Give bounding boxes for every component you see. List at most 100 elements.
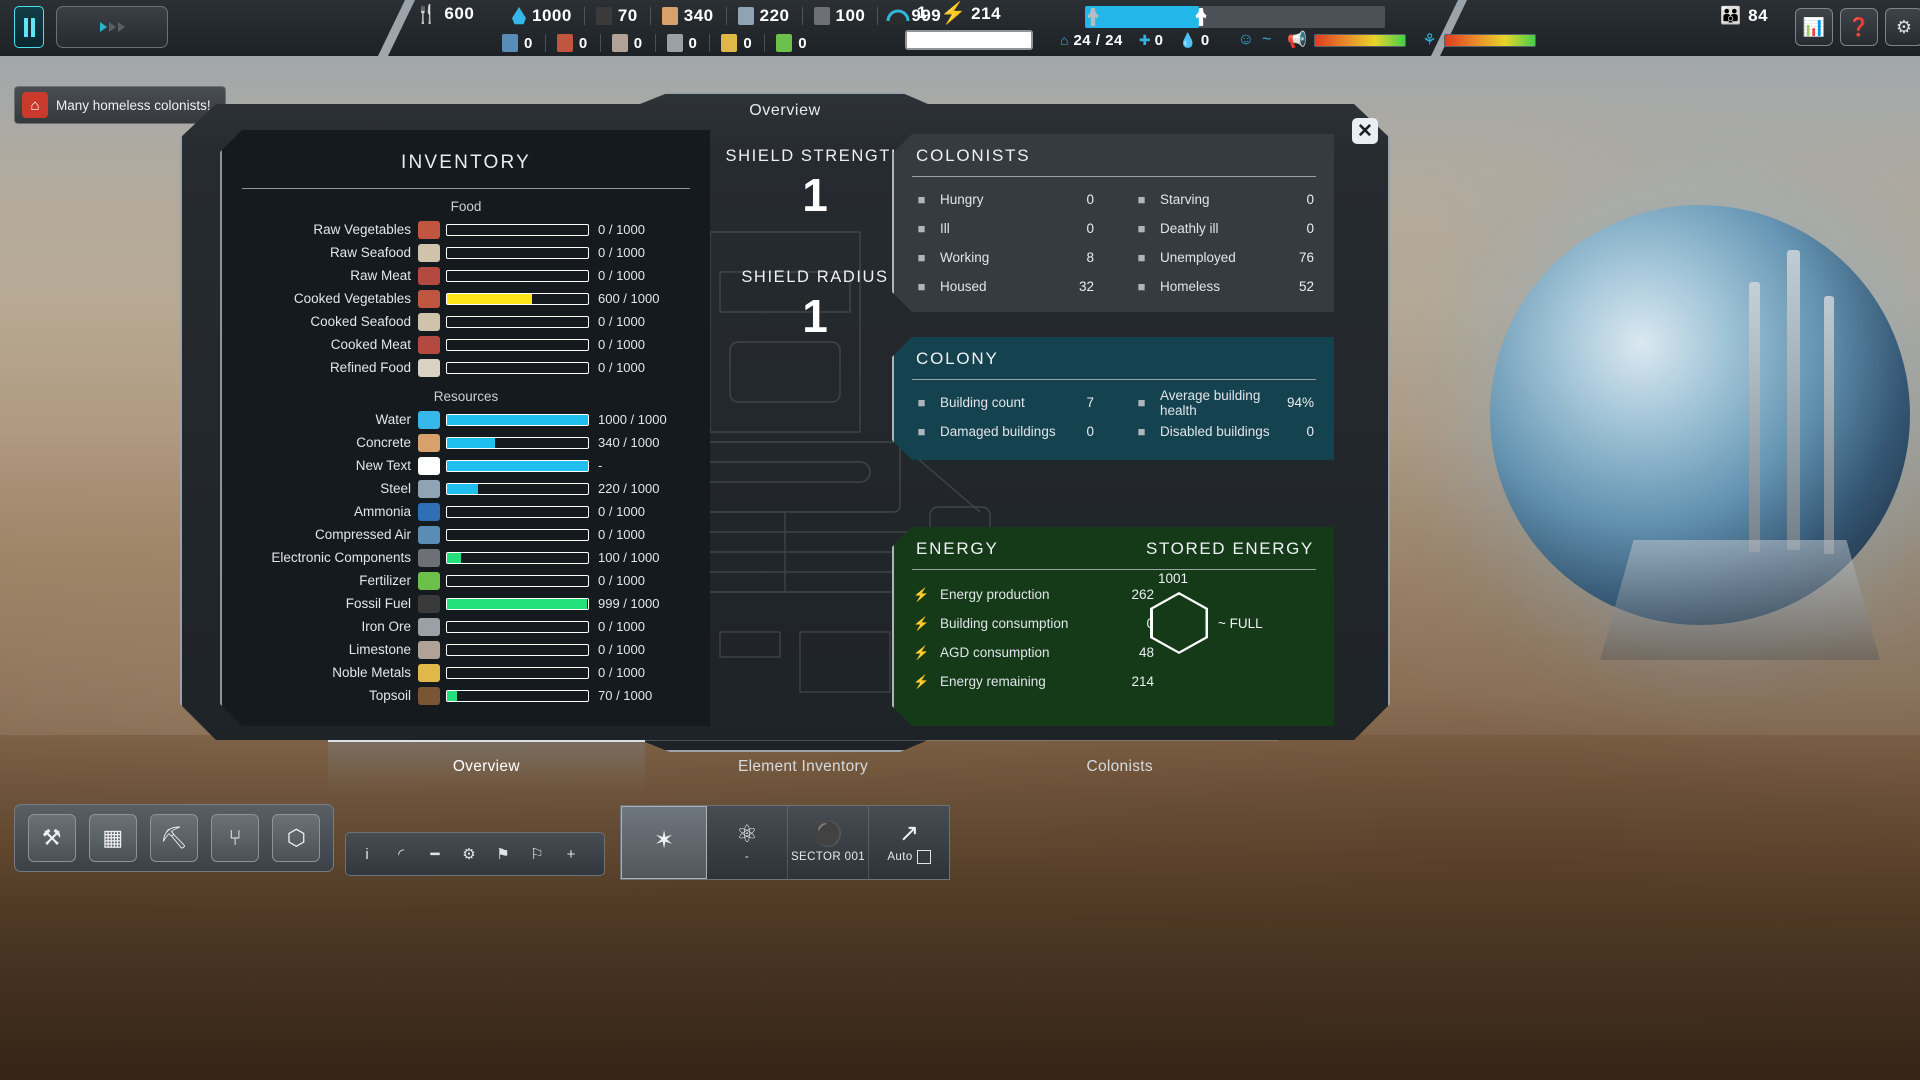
inventory-item-label: Concrete — [356, 435, 411, 450]
colonists-item[interactable]: ■ Ill 0 — [894, 214, 1114, 243]
water-stat[interactable]: 💧 0 — [1179, 32, 1209, 49]
hud-resource-fossil-fuel[interactable]: 70 — [583, 2, 650, 30]
flag-button[interactable]: ⚑ — [490, 841, 516, 867]
inventory-row[interactable]: Raw Meat 0 / 1000 — [222, 264, 710, 287]
energy-item[interactable]: ⚡ Energy production 262 — [894, 580, 1154, 609]
total-colonists-value: 84 — [1748, 6, 1769, 25]
antenna-button[interactable]: ✶ — [621, 806, 707, 879]
hud-resource-limestone[interactable]: 0 — [599, 29, 655, 57]
colonists-item[interactable]: ■ Working 8 — [894, 243, 1114, 272]
health-bar-icon: ■ — [1137, 395, 1146, 410]
morale-indicator[interactable]: ☺ ~ — [1238, 31, 1272, 49]
marker-button[interactable]: ⚐ — [524, 841, 550, 867]
colonists-item[interactable]: ■ Unemployed 76 — [1114, 243, 1334, 272]
inventory-list: Food Raw Vegetables 0 / 1000 Raw Seafood 0 /… — [222, 199, 710, 707]
inventory-row[interactable]: Steel 220 / 1000 — [222, 477, 710, 500]
marker-icon: ⚐ — [530, 846, 544, 863]
raw-vegetables-value: 0 — [578, 34, 588, 52]
inventory-row[interactable]: Concrete 340 / 1000 — [222, 431, 710, 454]
curve-button[interactable]: ◜ — [388, 841, 414, 867]
hex-menu-button[interactable]: ⬡ — [272, 814, 321, 862]
inventory-row[interactable]: Refined Food 0 / 1000 — [222, 356, 710, 379]
total-colonists[interactable]: 👪 84 — [1720, 6, 1768, 26]
energy-item[interactable]: ⚡Building consumption0 — [894, 609, 1154, 638]
shield-indicator[interactable]: 1 — [885, 3, 927, 23]
food-counter[interactable]: 🍴 600 — [415, 4, 474, 24]
inventory-row[interactable]: Noble Metals 0 / 1000 — [222, 661, 710, 684]
atom-button[interactable]: ⚛ - — [707, 806, 788, 879]
inventory-item-quantity: 0 / 1000 — [598, 245, 645, 260]
build-tool-button[interactable]: ⚒ — [27, 814, 76, 862]
hud-resource-noble-metals[interactable]: 0 — [709, 29, 764, 57]
floor-tool-button[interactable]: ▦ — [88, 814, 137, 862]
hud-resource-raw-vegetables[interactable]: 0 — [544, 29, 600, 57]
hud-resource-electronic-components[interactable]: 100 — [801, 2, 878, 30]
hud-resource-water[interactable]: 1000 — [500, 2, 584, 30]
hud-resource-steel[interactable]: 220 — [725, 2, 802, 30]
sector-button[interactable]: ⚫ SECTOR 001 — [788, 806, 869, 879]
add-button[interactable]: + — [558, 841, 584, 867]
plant-indicator[interactable]: ⚘ — [1422, 30, 1536, 50]
gear-settings-button[interactable]: ⚙ — [456, 841, 482, 867]
inventory-row[interactable]: Iron Ore 0 / 1000 — [222, 615, 710, 638]
hud-resource-fertilizer[interactable]: 0 — [764, 29, 819, 57]
power-indicator[interactable]: ⚡ 214 — [940, 3, 1001, 24]
inventory-row[interactable]: Fossil Fuel 999 / 1000 — [222, 592, 710, 615]
inventory-row[interactable]: Cooked Vegetables 600 / 1000 — [222, 287, 710, 310]
line-button[interactable]: ━ — [422, 841, 448, 867]
settings-button[interactable]: ⚙ — [1885, 8, 1920, 46]
inventory-row[interactable]: Ammonia 0 / 1000 — [222, 500, 710, 523]
housing-stat[interactable]: ⌂ 24 / 24 — [1060, 32, 1123, 49]
colony-item[interactable]: ■ Average building health 94% — [1114, 388, 1334, 418]
hud-resource-compressed-air[interactable]: 0 — [490, 29, 545, 57]
auto-checkbox[interactable] — [916, 850, 931, 864]
help-button[interactable]: ❓ — [1840, 8, 1878, 46]
info-button[interactable]: i — [354, 841, 380, 867]
colonists-item[interactable]: ■ Starving 0 — [1114, 185, 1334, 214]
inventory-row[interactable]: New Text - — [222, 454, 710, 477]
colony-item[interactable]: ■ Damaged buildings 0 — [894, 417, 1114, 446]
tab-colonists[interactable]: Colonists — [961, 740, 1279, 792]
inventory-item-label: Raw Seafood — [329, 245, 411, 260]
inventory-row[interactable]: Cooked Meat 0 / 1000 — [222, 333, 710, 356]
refined-food-icon — [418, 358, 440, 377]
energy-item[interactable]: ⚡ AGD consumption 48 — [894, 638, 1154, 667]
inventory-row[interactable]: Limestone 0 / 1000 — [222, 638, 710, 661]
close-icon[interactable]: ✕ — [1352, 118, 1378, 144]
auto-button[interactable]: ↗ Auto — [869, 806, 949, 879]
inventory-row[interactable]: Fertilizer 0 / 1000 — [222, 569, 710, 592]
tab-overview[interactable]: Overview — [328, 740, 645, 792]
colonists-item[interactable]: ■ Homeless 52 — [1114, 272, 1334, 301]
inventory-item-bar — [446, 551, 589, 564]
hud-resource-concrete[interactable]: 340 — [649, 2, 726, 30]
inventory-item-label: Cooked Vegetables — [293, 291, 411, 306]
inventory-row[interactable]: Topsoil 70 / 1000 — [222, 684, 710, 707]
pause-button[interactable] — [14, 6, 44, 48]
inventory-row[interactable]: Raw Seafood 0 / 1000 — [222, 241, 710, 264]
colonists-item[interactable]: ■ Housed 32 — [894, 272, 1114, 301]
inventory-row[interactable]: Compressed Air 0 / 1000 — [222, 523, 710, 546]
energy-item[interactable]: ⚡ Energy remaining 214 — [894, 667, 1154, 696]
bulldozer-button[interactable]: ⛏ — [149, 814, 198, 862]
growth-stat[interactable]: ✚ 0 — [1139, 32, 1164, 49]
shield-value: 1 — [917, 3, 927, 22]
hud-resource-iron-ore[interactable]: 0 — [654, 29, 710, 57]
colony-item[interactable]: ■ Building count 7 — [894, 388, 1114, 417]
inventory-row[interactable]: Raw Vegetables 0 / 1000 — [222, 218, 710, 241]
inventory-row[interactable]: Cooked Seafood 0 / 1000 — [222, 310, 710, 333]
homeless-alert-icon: ⌂ — [22, 92, 48, 118]
colony-item[interactable]: ■ Disabled buildings 0 — [1114, 417, 1334, 446]
tab-element-inventory[interactable]: Element Inventory — [644, 740, 962, 792]
colonists-item[interactable]: ■ Hungry 0 — [894, 185, 1114, 214]
resource-row-secondary: 0 0 0 0 0 0 — [490, 29, 819, 57]
megaphone-indicator[interactable]: 📢 — [1287, 30, 1407, 50]
population-bar[interactable] — [1085, 6, 1385, 28]
stats-button[interactable]: 📊 — [1795, 8, 1833, 46]
colonists-item[interactable]: ■ Deathly ill 0 — [1114, 214, 1334, 243]
pipes-button[interactable]: ⑂ — [211, 814, 260, 862]
inventory-row[interactable]: Water 1000 / 1000 — [222, 408, 710, 431]
stored-energy-value: 1001 — [1158, 571, 1189, 586]
inventory-row[interactable]: Electronic Components 100 / 1000 — [222, 546, 710, 569]
game-speed-control[interactable] — [56, 6, 168, 48]
population-fill — [1085, 6, 1199, 28]
